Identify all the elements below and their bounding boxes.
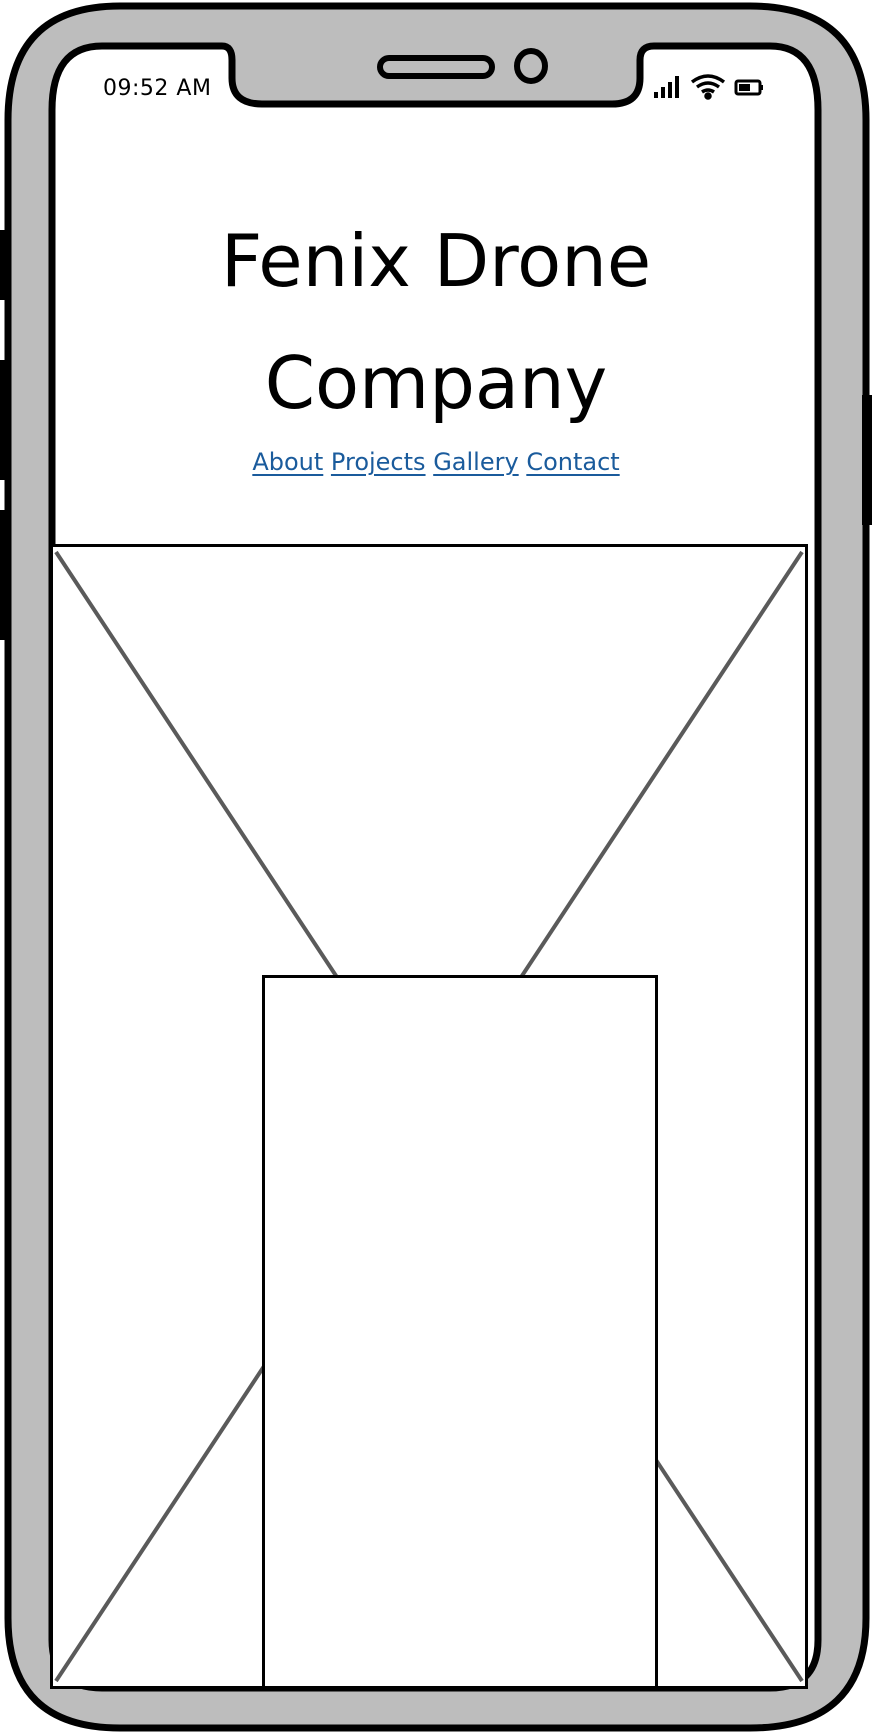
status-time: 09:52 AM <box>103 76 212 101</box>
phone-mockup: 09:52 AM Fenix Drone Company About Proje… <box>0 0 872 1734</box>
battery-icon <box>734 79 763 96</box>
wifi-icon <box>690 74 726 100</box>
main-nav: About Projects Gallery Contact <box>120 448 752 476</box>
content-card-placeholder <box>262 975 658 1689</box>
nav-link-about[interactable]: About <box>252 448 323 476</box>
page-title: Fenix Drone Company <box>220 219 652 425</box>
status-icons <box>654 74 763 100</box>
signal-icon <box>654 76 679 98</box>
nav-link-gallery[interactable]: Gallery <box>433 448 518 476</box>
nav-link-projects[interactable]: Projects <box>331 448 426 476</box>
nav-link-contact[interactable]: Contact <box>526 448 619 476</box>
